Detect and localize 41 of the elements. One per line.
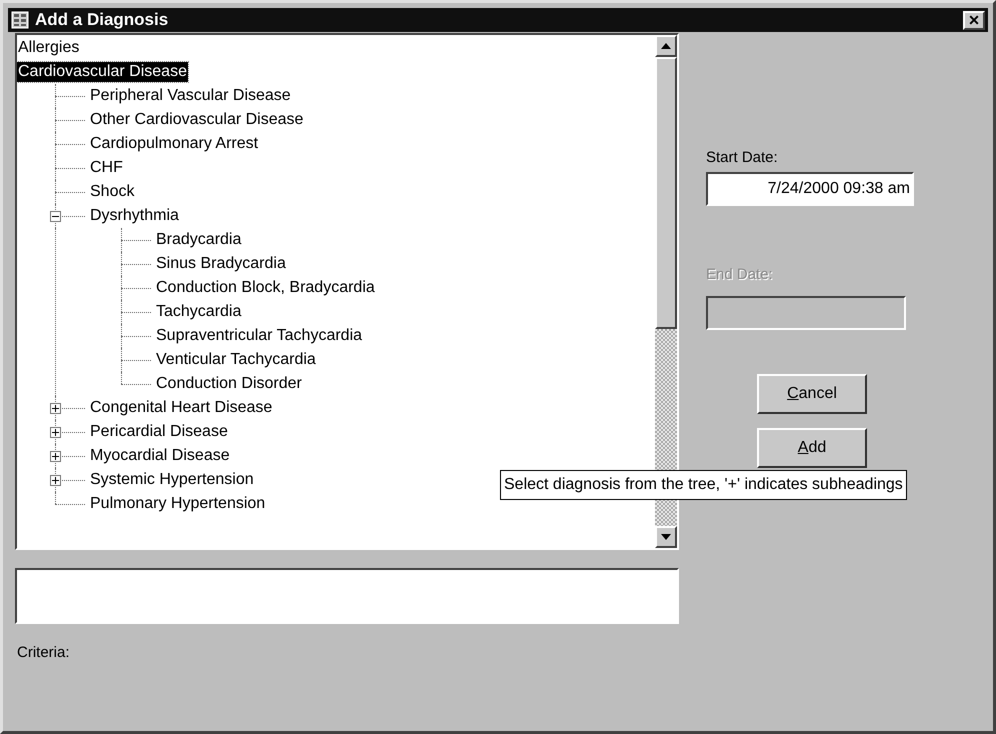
start-date-label: Start Date:: [706, 148, 778, 168]
scroll-down-button[interactable]: [655, 526, 677, 548]
tree-item[interactable]: Dysrhythmia: [89, 206, 180, 226]
tree-item[interactable]: Supraventricular Tachycardia: [155, 326, 364, 346]
scroll-thumb[interactable]: [655, 57, 677, 329]
collapse-icon[interactable]: [50, 211, 61, 222]
tree-item[interactable]: Pericardial Disease: [89, 422, 229, 442]
criteria-label: Criteria:: [17, 643, 70, 663]
tree-item[interactable]: Conduction Block, Bradycardia: [155, 278, 376, 298]
window-title: Add a Diagnosis: [35, 9, 170, 32]
tree-item[interactable]: Tachycardia: [155, 302, 242, 322]
tree-item[interactable]: Pulmonary Hypertension: [89, 494, 266, 514]
up-arrow-icon: [661, 43, 671, 49]
down-arrow-icon: [661, 534, 671, 540]
scroll-up-button[interactable]: [655, 35, 677, 57]
tree-item[interactable]: Cardiovascular Disease: [17, 62, 188, 82]
tree-item[interactable]: Conduction Disorder: [155, 374, 303, 394]
dialog-button[interactable]: Add: [757, 428, 867, 468]
expand-icon[interactable]: [50, 403, 61, 414]
end-date-label: End Date:: [706, 264, 773, 284]
tree-item[interactable]: Congenital Heart Disease: [89, 398, 274, 418]
tree-item[interactable]: CHF: [89, 158, 124, 178]
criteria-text-field[interactable]: [15, 568, 679, 624]
tree-item[interactable]: Other Cardiovascular Disease: [89, 110, 304, 130]
form-icon: [11, 11, 29, 29]
expand-icon[interactable]: [50, 451, 61, 462]
tree-item[interactable]: Bradycardia: [155, 230, 242, 250]
tree-item[interactable]: Sinus Bradycardia: [155, 254, 287, 274]
tree-item[interactable]: Allergies: [17, 38, 80, 58]
tooltip: Select diagnosis from the tree, '+' indicates subheadings: [500, 470, 907, 500]
start-date-field[interactable]: 7/24/2000 09:38 am: [706, 172, 914, 206]
dialog-button[interactable]: Cancel: [757, 374, 867, 414]
expand-icon[interactable]: [50, 427, 61, 438]
tree-item[interactable]: Systemic Hypertension: [89, 470, 255, 490]
tree-item[interactable]: Cardiopulmonary Arrest: [89, 134, 260, 154]
tree-item[interactable]: Peripheral Vascular Disease: [89, 86, 292, 106]
tree-item[interactable]: Shock: [89, 182, 136, 202]
close-button[interactable]: ×: [963, 10, 985, 30]
expand-icon[interactable]: [50, 475, 61, 486]
tree-item[interactable]: Venticular Tachycardia: [155, 350, 317, 370]
tree-item[interactable]: Myocardial Disease: [89, 446, 231, 466]
